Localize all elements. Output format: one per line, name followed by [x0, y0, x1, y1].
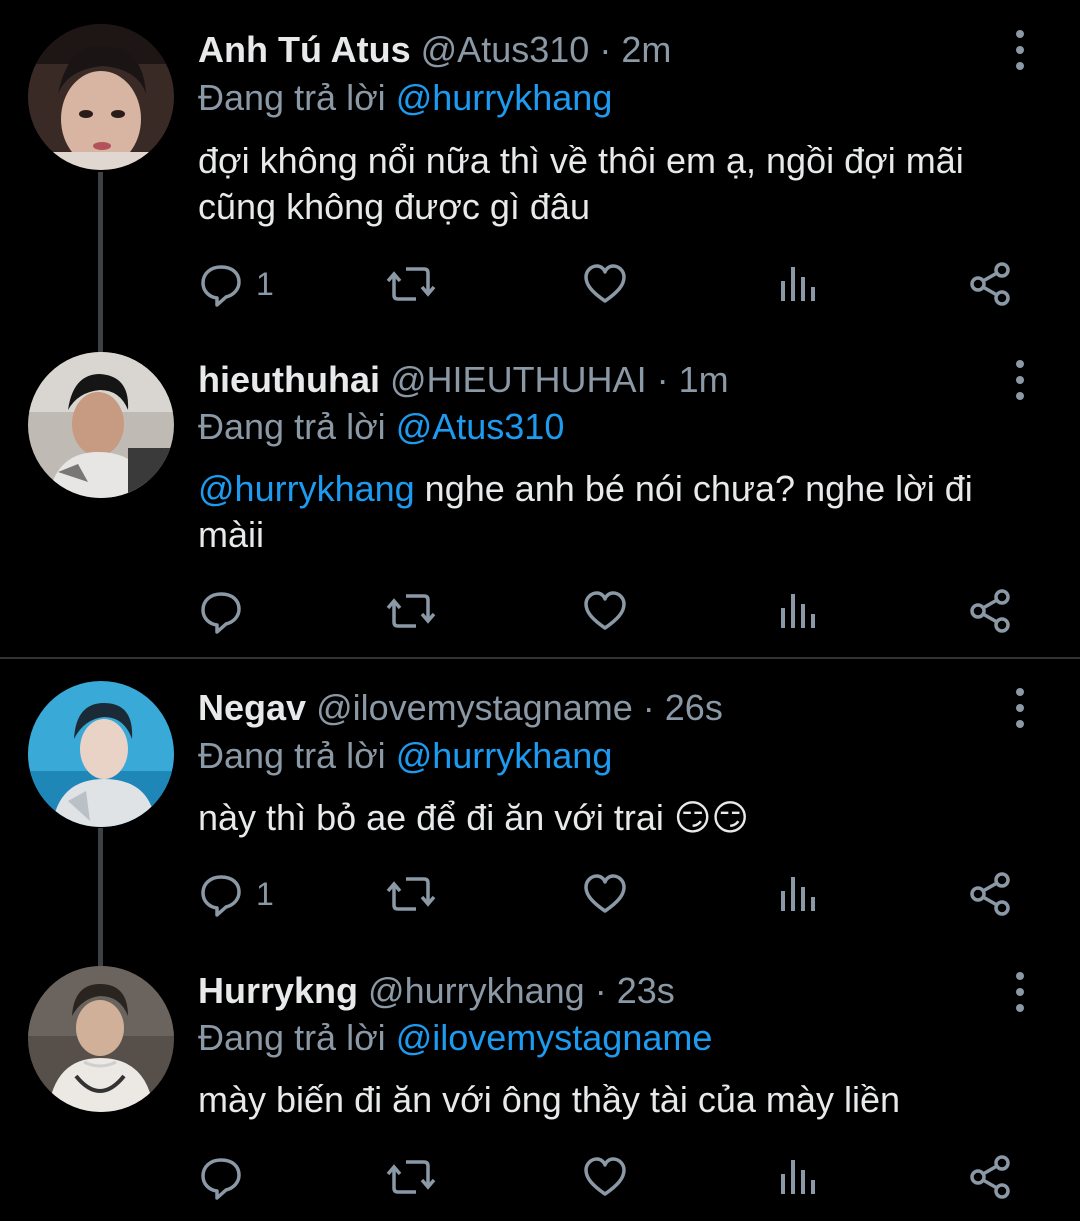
tweet-text: mày biến đi ăn với ông thầy tài của mày … [198, 1079, 900, 1120]
reply-prefix: Đang trả lời [198, 406, 386, 447]
analytics-icon [778, 871, 818, 917]
reply-button[interactable] [198, 583, 244, 639]
display-name[interactable]: Negav [198, 687, 306, 728]
display-name[interactable]: hieuthuhai [198, 359, 380, 400]
avatar[interactable] [28, 681, 174, 827]
reply-icon [198, 1154, 244, 1200]
tweet-actions: 1 [198, 256, 1018, 312]
more-icon[interactable] [1004, 356, 1036, 404]
replying-to-mention[interactable]: @hurrykhang [396, 77, 613, 118]
tweet-3[interactable]: Negav @ilovemystagname · 26s Đang trả lờ… [0, 659, 1080, 966]
tweet-header: Anh Tú Atus @Atus310 · 2m [198, 20, 1000, 80]
like-button[interactable] [582, 583, 628, 639]
tweet-text: @hurrykhang nghe anh bé nói chưa? nghe l… [198, 466, 1048, 558]
timestamp[interactable]: 26s [665, 687, 723, 728]
avatar[interactable] [28, 352, 174, 498]
share-icon [968, 1154, 1012, 1200]
reply-button[interactable]: 1 [198, 256, 274, 312]
smirk-emoji: 😏😏 [673, 797, 749, 838]
timestamp[interactable]: 1m [679, 359, 729, 400]
reply-thread: Anh Tú Atus @Atus310 · 2m Đang trả lời @… [0, 0, 1080, 1221]
user-handle[interactable]: @hurrykhang [368, 970, 585, 1011]
tweet-actions [198, 583, 1018, 639]
analytics-icon [778, 1154, 818, 1200]
like-button[interactable] [582, 256, 628, 312]
retweet-icon [386, 871, 436, 917]
analytics-button[interactable] [778, 583, 818, 639]
body-text: này thì bỏ ae để đi ăn với trai [198, 797, 664, 838]
avatar[interactable] [28, 966, 174, 1112]
tweet-actions [198, 1149, 1018, 1205]
retweet-icon [386, 261, 436, 307]
analytics-icon [778, 261, 818, 307]
share-button[interactable] [968, 866, 1012, 922]
reply-count: 1 [256, 265, 274, 302]
analytics-icon [778, 588, 818, 634]
reply-icon [198, 588, 244, 634]
share-icon [968, 261, 1012, 307]
share-button[interactable] [968, 583, 1012, 639]
tweet-4[interactable]: Hurrykng @hurrykhang · 23s Đang trả lời … [0, 966, 1080, 1221]
retweet-icon [386, 1154, 436, 1200]
analytics-button[interactable] [778, 866, 818, 922]
replying-to: Đang trả lời @Atus310 [198, 403, 564, 451]
reply-prefix: Đang trả lời [198, 77, 386, 118]
tweet-2[interactable]: hieuthuhai @HIEUTHUHAI · 1m Đang trả lời… [0, 330, 1080, 657]
display-name[interactable]: Hurrykng [198, 970, 358, 1011]
tweet-text: đợi không nổi nữa thì về thôi em ạ, ngồi… [198, 140, 964, 227]
tweet-header: Hurrykng @hurrykhang · 23s [198, 961, 1000, 1021]
separator: · [656, 359, 669, 400]
replying-to-mention[interactable]: @ilovemystagname [396, 1017, 713, 1058]
avatar[interactable] [28, 24, 174, 170]
replying-to-mention[interactable]: @Atus310 [396, 406, 565, 447]
replying-to: Đang trả lời @ilovemystagname [198, 1014, 712, 1062]
share-button[interactable] [968, 256, 1012, 312]
tweet-header: Negav @ilovemystagname · 26s [198, 678, 1000, 738]
reply-count: 1 [256, 875, 274, 912]
analytics-button[interactable] [778, 256, 818, 312]
tweet-text: này thì bỏ ae để đi ăn với trai 😏😏 [198, 795, 1048, 841]
separator: · [599, 29, 612, 70]
more-icon[interactable] [1004, 684, 1036, 732]
like-icon [582, 261, 628, 307]
reply-button[interactable] [198, 1149, 244, 1205]
share-icon [968, 871, 1012, 917]
retweet-button[interactable] [386, 583, 436, 639]
reply-icon [198, 871, 244, 917]
timestamp[interactable]: 23s [617, 970, 675, 1011]
retweet-icon [386, 588, 436, 634]
tweet-actions: 1 [198, 866, 1018, 922]
body-mention[interactable]: @hurrykhang [198, 468, 415, 509]
tweet-1[interactable]: Anh Tú Atus @Atus310 · 2m Đang trả lời @… [0, 0, 1080, 330]
like-button[interactable] [582, 1149, 628, 1205]
reply-prefix: Đang trả lời [198, 1017, 386, 1058]
like-button[interactable] [582, 866, 628, 922]
tweet-header: hieuthuhai @HIEUTHUHAI · 1m [198, 350, 1000, 410]
reply-icon [198, 261, 244, 307]
more-icon[interactable] [1004, 26, 1036, 74]
analytics-button[interactable] [778, 1149, 818, 1205]
retweet-button[interactable] [386, 256, 436, 312]
user-handle[interactable]: @ilovemystagname [316, 687, 633, 728]
display-name[interactable]: Anh Tú Atus [198, 29, 411, 70]
like-icon [582, 871, 628, 917]
reply-button[interactable]: 1 [198, 866, 274, 922]
share-button[interactable] [968, 1149, 1012, 1205]
user-handle[interactable]: @HIEUTHUHAI [390, 359, 647, 400]
replying-to-mention[interactable]: @hurrykhang [396, 735, 613, 776]
retweet-button[interactable] [386, 866, 436, 922]
user-handle[interactable]: @Atus310 [421, 29, 590, 70]
timestamp[interactable]: 2m [621, 29, 671, 70]
more-icon[interactable] [1004, 968, 1036, 1016]
like-icon [582, 588, 628, 634]
replying-to: Đang trả lời @hurrykhang [198, 74, 612, 122]
share-icon [968, 588, 1012, 634]
retweet-button[interactable] [386, 1149, 436, 1205]
reply-prefix: Đang trả lời [198, 735, 386, 776]
separator: · [594, 970, 607, 1011]
separator: · [642, 687, 655, 728]
like-icon [582, 1154, 628, 1200]
replying-to: Đang trả lời @hurrykhang [198, 732, 612, 780]
